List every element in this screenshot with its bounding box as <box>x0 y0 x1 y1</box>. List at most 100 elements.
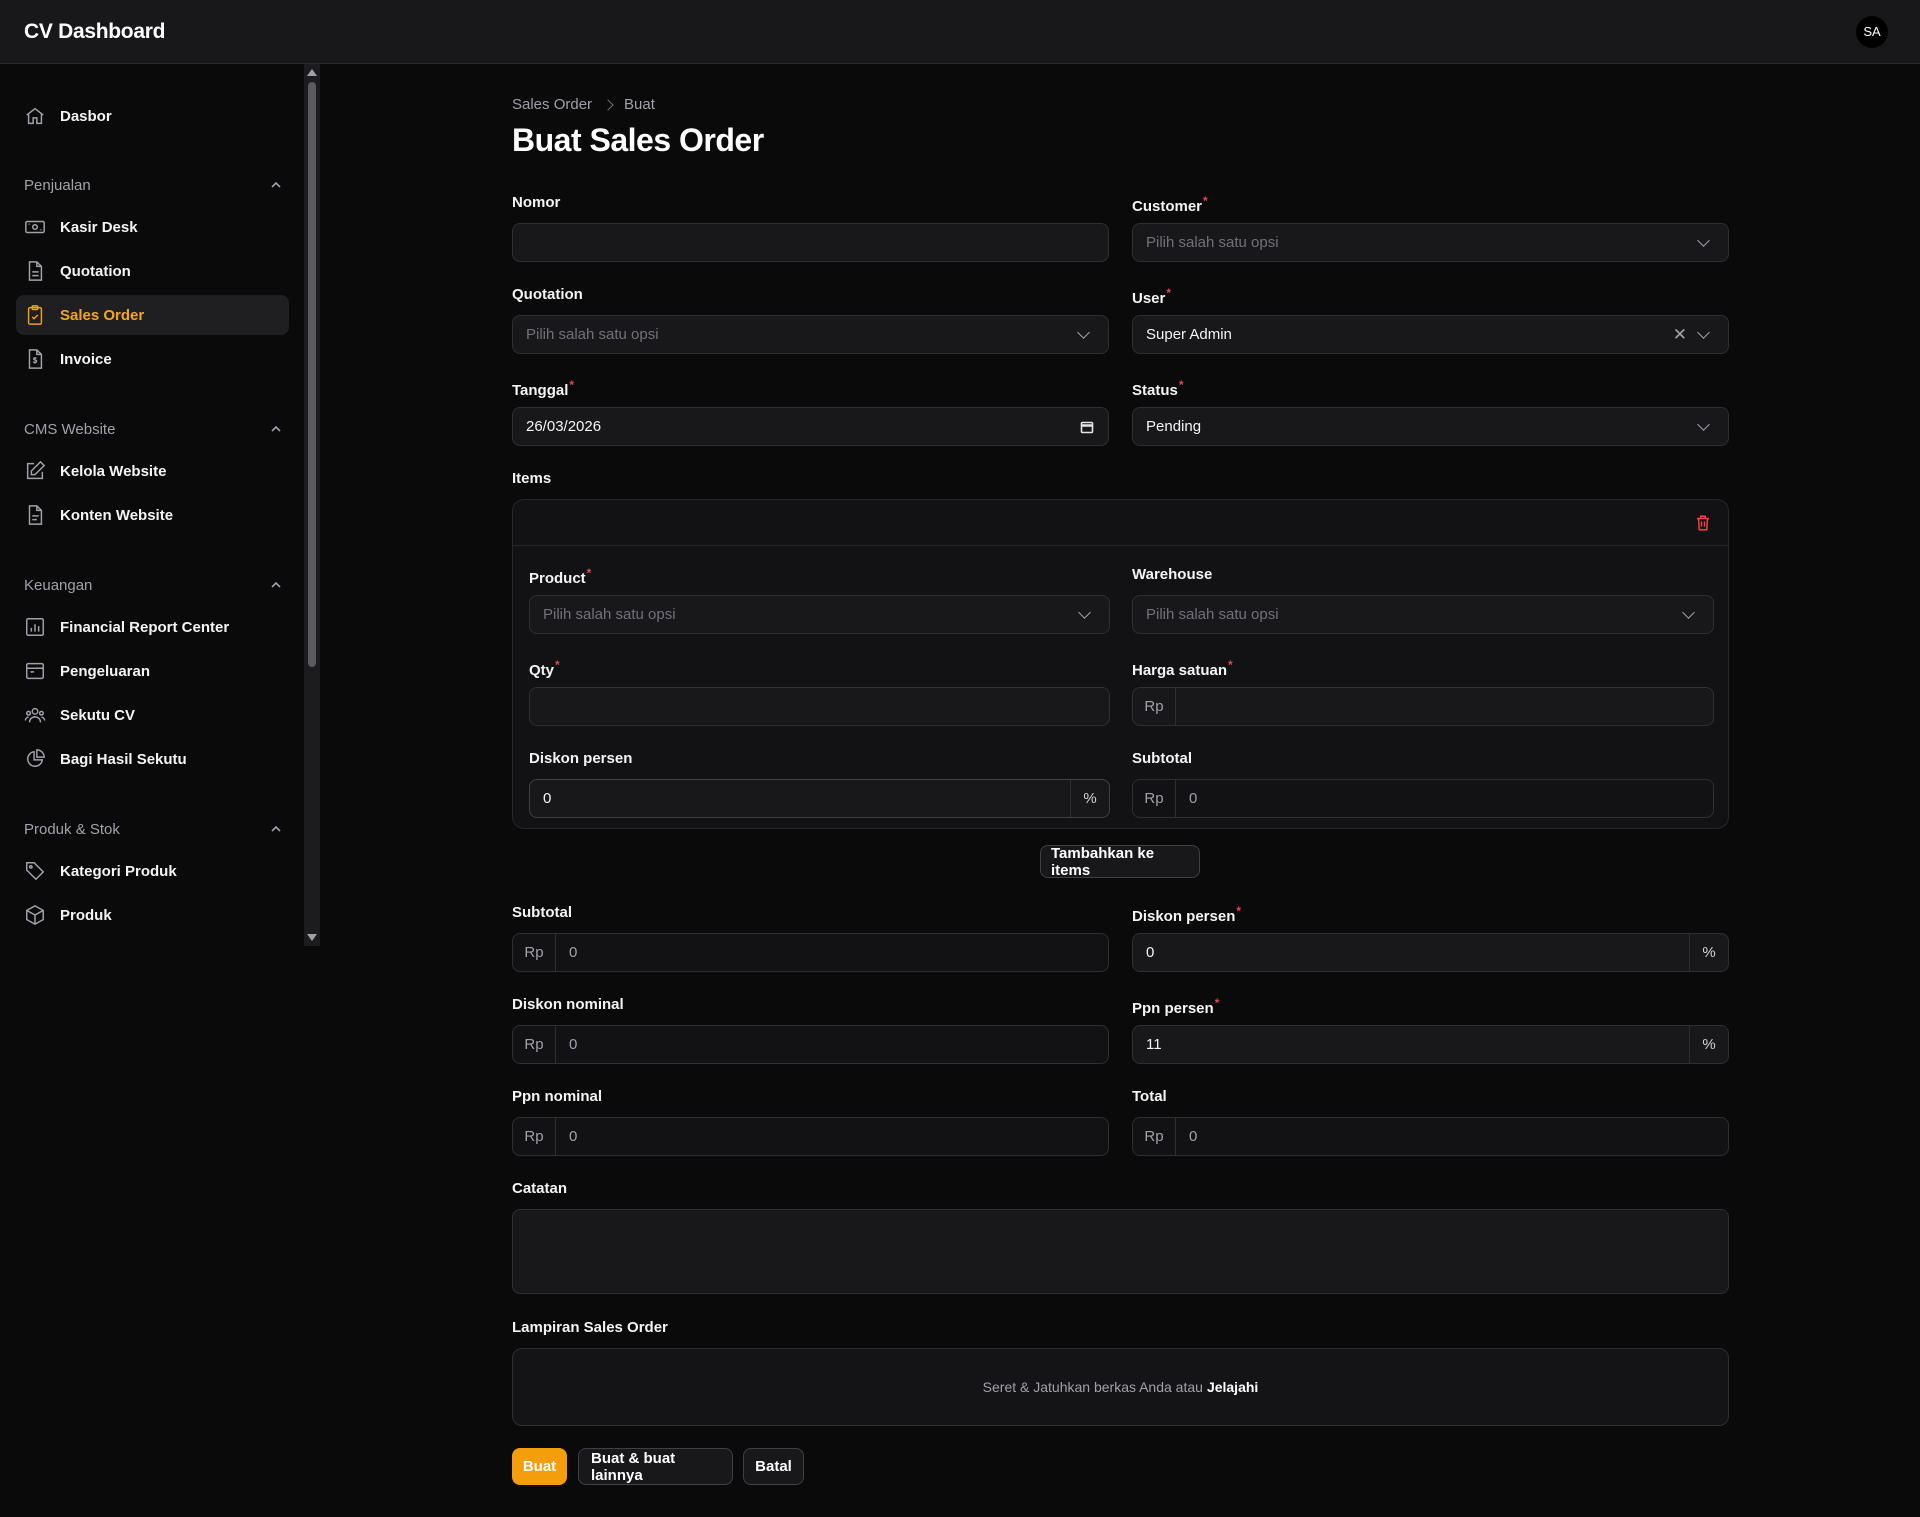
sidebar-item-sekutu-cv[interactable]: Sekutu CV <box>16 695 289 735</box>
sidebar-item-dasbor[interactable]: Dasbor <box>16 96 289 136</box>
nav-group-cms-website[interactable]: CMS Website <box>24 417 282 441</box>
sidebar-item-konten-website[interactable]: Konten Website <box>16 495 289 535</box>
currency-prefix: Rp <box>1133 780 1176 817</box>
chevron-up-icon <box>270 823 282 835</box>
chevron-down-icon <box>1697 325 1710 339</box>
sidebar-scrollbar[interactable] <box>304 64 320 946</box>
harga-satuan-input[interactable]: Rp <box>1132 687 1714 726</box>
chevron-down-icon <box>1077 325 1090 339</box>
home-icon <box>24 105 46 127</box>
sidebar-item-financial-report-center[interactable]: Financial Report Center <box>16 607 289 647</box>
chevron-down-icon <box>1697 233 1710 247</box>
calendar-icon[interactable] <box>1080 420 1094 434</box>
nomor-input[interactable] <box>512 223 1109 262</box>
sidebar-item-bagi-hasil-sekutu[interactable]: Bagi Hasil Sekutu <box>16 739 289 779</box>
field-value: 0 <box>569 1036 578 1053</box>
sidebar-item-label: Pengeluaran <box>60 662 151 680</box>
chevron-down-icon <box>1682 605 1695 619</box>
sidebar-item-kasir-desk[interactable]: Kasir Desk <box>16 207 289 247</box>
chevron-right-icon <box>602 98 614 111</box>
ppn-persen-input[interactable]: 11% <box>1132 1025 1729 1064</box>
nav-group-produk-stok[interactable]: Produk & Stok <box>24 817 282 841</box>
document-text-icon <box>24 504 46 526</box>
required-marker: * <box>1178 378 1184 392</box>
clipboard-check-icon <box>24 304 46 326</box>
diskon-persen-input[interactable]: 0% <box>1132 933 1729 972</box>
sidebar-item-label: Kategori Produk <box>60 862 177 880</box>
file-dropzone[interactable]: Seret & Jatuhkan berkas Anda atau Jelaja… <box>512 1348 1729 1426</box>
sidebar-item-produk[interactable]: Produk <box>16 895 289 935</box>
breadcrumb-link-sales-order[interactable]: Sales Order <box>512 96 592 113</box>
tanggal-date-input[interactable]: 26/03/2026 <box>512 407 1109 446</box>
scrollbar-thumb[interactable] <box>308 82 316 667</box>
chevron-down-icon <box>1697 417 1710 431</box>
total-label: Total <box>1132 1088 1167 1105</box>
sidebar-item-label: Kasir Desk <box>60 218 138 236</box>
product-select[interactable]: Pilih salah satu opsi <box>529 595 1110 634</box>
browse-link[interactable]: Jelajahi <box>1207 1379 1258 1395</box>
nav-group-penjualan[interactable]: Penjualan <box>24 173 282 197</box>
label-text: Warehouse <box>1132 566 1213 583</box>
add-to-items-button[interactable]: Tambahkan ke items <box>1040 845 1200 879</box>
dropzone-text: Seret & Jatuhkan berkas Anda atau <box>982 1379 1203 1395</box>
label-text: Nomor <box>512 194 561 211</box>
catatan-textarea[interactable] <box>512 1209 1729 1294</box>
quotation-select[interactable]: Pilih salah satu opsi <box>512 315 1109 354</box>
sidebar-item-label: Konten Website <box>60 506 174 524</box>
scroll-up-icon[interactable] <box>307 69 317 76</box>
qty-label: Qty* <box>529 658 560 679</box>
sidebar-item-invoice[interactable]: Invoice <box>16 339 289 379</box>
page-title: Buat Sales Order <box>512 122 764 158</box>
field-value: 0 <box>543 790 552 807</box>
user-avatar[interactable]: SA <box>1856 15 1888 48</box>
sidebar-item-pengeluaran[interactable]: Pengeluaran <box>16 651 289 691</box>
percent-suffix: % <box>1689 934 1728 971</box>
cancel-button[interactable]: Batal <box>743 1448 804 1485</box>
select-placeholder: Pilih salah satu opsi <box>1146 606 1279 623</box>
diskon-nominal-input: Rp 0 <box>512 1025 1109 1064</box>
bar-chart-icon <box>24 616 46 638</box>
label-text: Subtotal <box>512 904 572 921</box>
sidebar-item-label: Invoice <box>60 350 112 368</box>
customer-select[interactable]: Pilih salah satu opsi <box>1132 223 1729 262</box>
sidebar-item-label: Kelola Website <box>60 462 167 480</box>
trash-icon[interactable] <box>1694 514 1712 532</box>
status-select[interactable]: Pending <box>1132 407 1729 446</box>
item-diskon-persen-label: Diskon persen <box>529 750 632 767</box>
label-text: Total <box>1132 1088 1167 1105</box>
clear-icon[interactable]: ✕ <box>1673 325 1687 345</box>
nav-group-keuangan[interactable]: Keuangan <box>24 573 282 597</box>
subtotal-label: Subtotal <box>512 904 572 921</box>
scroll-down-icon[interactable] <box>307 934 317 941</box>
label-text: Subtotal <box>1132 750 1192 767</box>
currency-prefix: Rp <box>1133 688 1176 725</box>
sidebar-item-kelola-website[interactable]: Kelola Website <box>16 451 289 491</box>
user-select[interactable]: Super Admin ✕ <box>1132 315 1729 354</box>
qty-input[interactable] <box>529 687 1110 726</box>
required-marker: * <box>569 378 575 392</box>
required-marker: * <box>555 658 560 672</box>
sidebar-item-sales-order[interactable]: Sales Order <box>16 295 289 335</box>
sidebar-item-kategori-produk[interactable]: Kategori Produk <box>16 851 289 891</box>
required-marker: * <box>1228 658 1233 672</box>
field-value: 0 <box>1189 1128 1198 1145</box>
sidebar-item-quotation[interactable]: Quotation <box>16 251 289 291</box>
label-text: Customer <box>1132 198 1203 215</box>
diskon-nominal-label: Diskon nominal <box>512 996 624 1013</box>
item-diskon-persen-input[interactable]: 0% <box>529 779 1110 818</box>
label-text: Catatan <box>512 1180 568 1197</box>
create-another-button[interactable]: Buat & buat lainnya <box>578 1448 733 1485</box>
app-title[interactable]: CV Dashboard <box>24 20 165 44</box>
items-label: Items <box>512 470 551 487</box>
create-button[interactable]: Buat <box>512 1448 567 1485</box>
quotation-label: Quotation <box>512 286 583 303</box>
label-text: Diskon persen <box>1132 908 1236 925</box>
item-subtotal-label: Subtotal <box>1132 750 1192 767</box>
item-card-header <box>513 500 1728 546</box>
ppn-nominal-label: Ppn nominal <box>512 1088 602 1105</box>
label-text: Tanggal <box>512 382 569 399</box>
warehouse-select[interactable]: Pilih salah satu opsi <box>1132 595 1714 634</box>
label-text: Quotation <box>512 286 583 303</box>
subtotal-input: Rp 0 <box>512 933 1109 972</box>
select-placeholder: Pilih salah satu opsi <box>1146 234 1279 251</box>
